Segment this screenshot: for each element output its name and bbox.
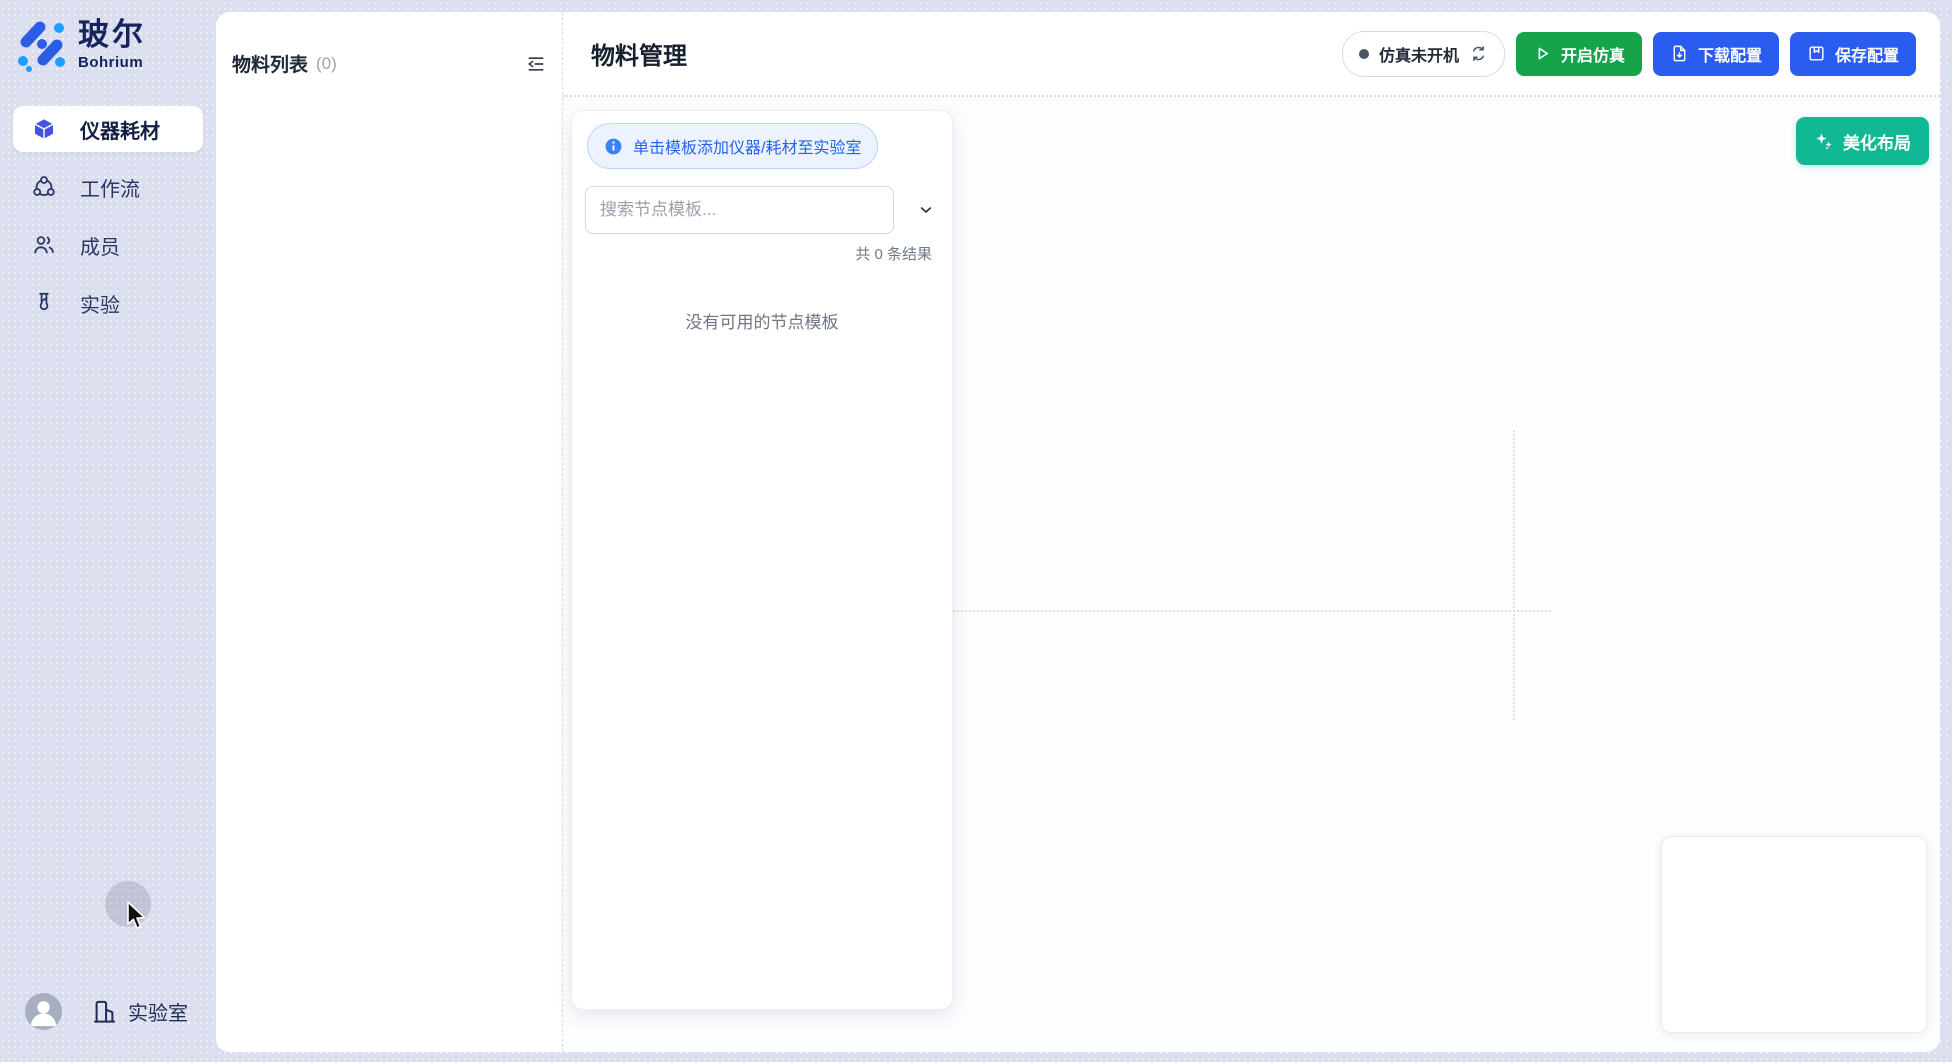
sidebar-item-workflow[interactable]: 工作流 <box>13 164 203 210</box>
save-config-button[interactable]: 保存配置 <box>1790 32 1916 76</box>
status-dot-icon <box>1359 49 1369 59</box>
refresh-icon[interactable] <box>1469 44 1488 63</box>
save-icon <box>1807 44 1826 63</box>
sidebar-footer: 实验室 <box>25 993 188 1030</box>
simulation-status-label: 仿真未开机 <box>1379 42 1459 66</box>
canvas-minimap[interactable] <box>1661 836 1927 1033</box>
user-avatar[interactable] <box>25 993 62 1030</box>
sidebar-item-label: 工作流 <box>80 173 140 202</box>
main-window: 物料列表 (0) 物料管理 仿真未开机 <box>216 12 1940 1052</box>
info-icon <box>604 137 623 156</box>
beautify-layout-button[interactable]: 美化布局 <box>1796 117 1929 165</box>
canvas-guide-vertical <box>1513 430 1515 720</box>
play-icon <box>1533 44 1552 63</box>
brand-name-en: Bohrium <box>78 54 146 71</box>
sidebar-item-label: 仪器耗材 <box>80 115 160 144</box>
sidebar: 玻尔 Bohrium 仪器耗材 <box>0 0 216 1062</box>
start-simulation-button[interactable]: 开启仿真 <box>1516 32 1642 76</box>
brand-logo: 玻尔 Bohrium <box>16 18 146 72</box>
node-template-panel: 单击模板添加仪器/耗材至实验室 共 0 条结果 没有可用的节点模板 <box>571 110 953 1010</box>
material-list-panel: 物料列表 (0) <box>216 12 562 1052</box>
material-list-header: 物料列表 (0) <box>216 12 562 77</box>
bohrium-app: 玻尔 Bohrium 仪器耗材 <box>0 0 1952 1062</box>
material-list-title: 物料列表 <box>232 50 308 77</box>
template-search-row <box>585 186 940 234</box>
material-list-count: (0) <box>316 54 337 74</box>
header-actions: 仿真未开机 <box>1342 31 1916 77</box>
template-hint-text: 单击模板添加仪器/耗材至实验室 <box>633 134 861 158</box>
empty-state-text: 没有可用的节点模板 <box>572 308 952 333</box>
building-icon <box>91 998 118 1025</box>
save-config-label: 保存配置 <box>1835 42 1899 66</box>
lab-label[interactable]: 实验室 <box>128 997 188 1026</box>
sparkles-icon <box>1814 131 1834 151</box>
chevron-down-icon[interactable] <box>912 196 940 224</box>
page-title: 物料管理 <box>591 36 687 71</box>
download-file-icon <box>1670 44 1689 63</box>
lab-canvas[interactable]: 美化布局 单击模板添加仪器/耗材至实验室 <box>563 97 1940 1052</box>
sidebar-item-members[interactable]: 成员 <box>13 222 203 268</box>
cube-icon <box>32 117 56 141</box>
canvas-header: 物料管理 仿真未开机 <box>563 12 1940 97</box>
results-count-text: 共 0 条结果 <box>572 243 952 264</box>
sidebar-nav: 仪器耗材 工作流 <box>0 106 216 326</box>
bohrium-logo-icon <box>16 18 66 72</box>
sidebar-item-instruments[interactable]: 仪器耗材 <box>13 106 203 152</box>
download-config-button[interactable]: 下载配置 <box>1653 32 1779 76</box>
sidebar-item-experiments[interactable]: 实验 <box>13 280 203 326</box>
download-config-label: 下载配置 <box>1698 42 1762 66</box>
canvas-area: 物料管理 仿真未开机 <box>562 12 1940 1052</box>
sidebar-item-label: 实验 <box>80 289 120 318</box>
workflow-icon <box>32 175 56 199</box>
collapse-panel-icon[interactable] <box>526 54 546 74</box>
canvas-guide-horizontal <box>953 610 1551 612</box>
template-hint-banner[interactable]: 单击模板添加仪器/耗材至实验室 <box>587 123 878 169</box>
sidebar-item-label: 成员 <box>80 231 120 260</box>
brand-name-zh: 玻尔 <box>78 18 146 52</box>
beautify-layout-label: 美化布局 <box>1843 129 1911 154</box>
start-simulation-label: 开启仿真 <box>1561 42 1625 66</box>
test-tube-icon <box>32 291 56 315</box>
simulation-status-pill[interactable]: 仿真未开机 <box>1342 31 1505 77</box>
members-icon <box>32 233 56 257</box>
mouse-cursor <box>126 901 150 933</box>
search-template-input[interactable] <box>585 186 894 234</box>
